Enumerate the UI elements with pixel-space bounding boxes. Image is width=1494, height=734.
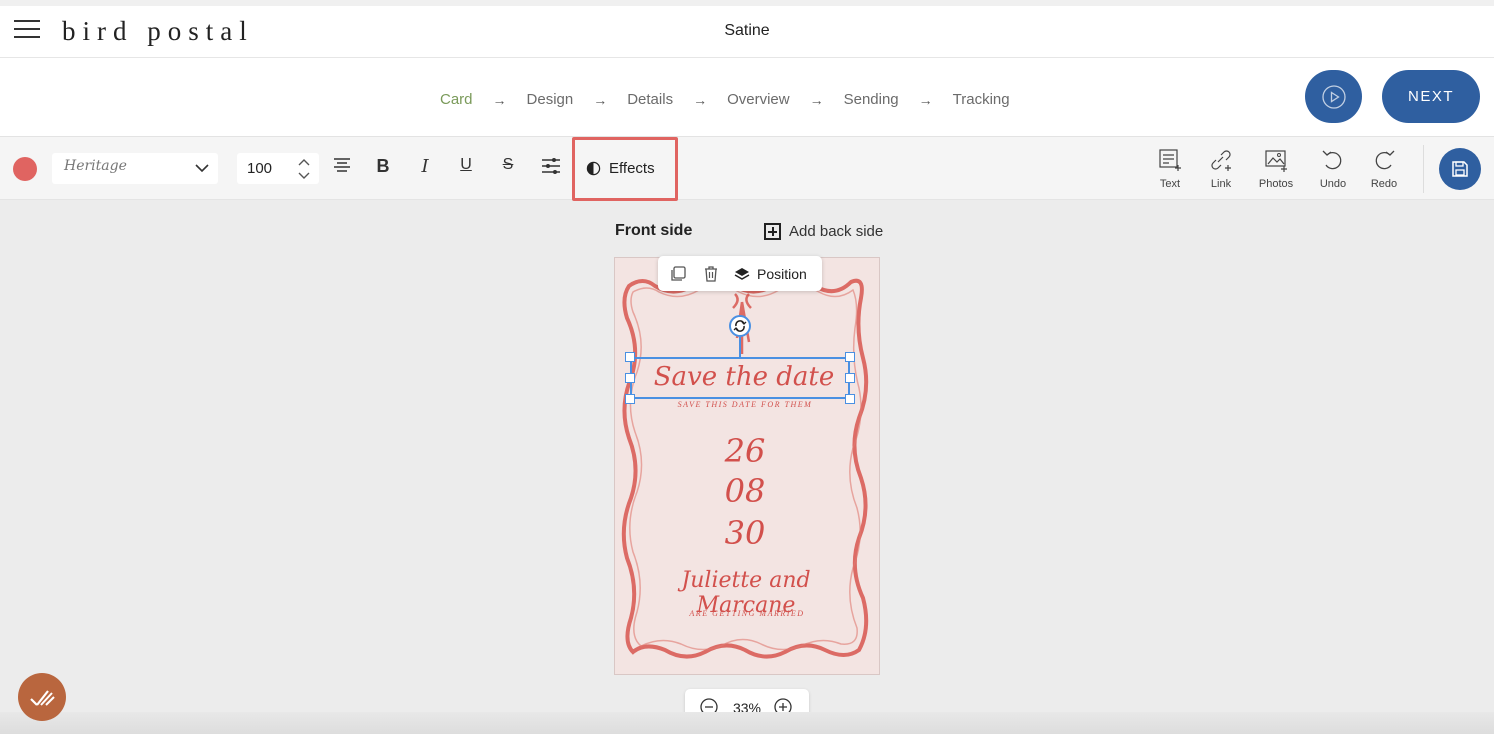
add-text-button[interactable]: Text [1145, 147, 1195, 190]
font-preview: Heritage [64, 158, 127, 174]
resize-handle-top-left[interactable] [625, 352, 635, 362]
steps-bar: Card → Design → Details → Overview → Sen… [0, 58, 1494, 137]
photos-label: Photos [1258, 178, 1294, 190]
front-side-label: Front side [615, 222, 693, 239]
effects-label: Effects [609, 160, 655, 177]
link-icon [1211, 150, 1231, 171]
spacing-adjust-icon[interactable] [539, 156, 563, 181]
rotate-handle-icon[interactable] [729, 315, 751, 337]
resize-handle-right[interactable] [845, 373, 855, 383]
format-toolbar: Heritage 100 B I U S Effects Text Link P… [0, 137, 1494, 201]
undo-icon [1322, 150, 1342, 170]
trash-icon[interactable] [701, 264, 721, 284]
contrast-icon [586, 161, 601, 176]
step-design[interactable]: Design [527, 91, 574, 108]
card-day-text[interactable]: 26 [690, 432, 800, 470]
bold-icon[interactable]: B [371, 156, 395, 177]
duplicate-icon[interactable] [668, 264, 688, 284]
position-label: Position [757, 265, 807, 282]
redo-icon [1375, 150, 1395, 170]
link-label: Link [1210, 178, 1232, 190]
app-root: bird postal Satine Card → Design → Detai… [0, 0, 1494, 734]
undo-label: Undo [1319, 178, 1347, 190]
resize-handle-bottom-right[interactable] [845, 394, 855, 404]
stepper-arrows-icon[interactable] [297, 156, 311, 182]
add-photos-button[interactable]: Photos [1251, 147, 1301, 190]
document-title: Satine [724, 22, 770, 39]
top-header: bird postal Satine [0, 0, 1494, 58]
arrow-right-icon: → [918, 91, 933, 108]
step-tracking[interactable]: Tracking [953, 91, 1010, 108]
card-subtitle-text[interactable]: SAVE THIS DATE FOR THEM [630, 400, 860, 409]
save-button[interactable] [1439, 148, 1481, 190]
arrow-right-icon: → [809, 91, 824, 108]
italic-icon[interactable]: I [413, 156, 437, 177]
text-color-swatch[interactable] [13, 157, 37, 181]
card-tagline-text[interactable]: ARE GETTING MARRIED [630, 609, 864, 618]
preview-play-button[interactable] [1305, 70, 1362, 123]
undo-button[interactable]: Undo [1308, 147, 1358, 190]
next-button[interactable]: NEXT [1382, 70, 1480, 123]
plus-square-icon [764, 223, 781, 240]
bottom-shade [0, 712, 1494, 734]
add-text-icon [1159, 149, 1181, 171]
align-center-icon[interactable] [330, 156, 354, 179]
element-context-menu: Position [658, 256, 822, 291]
arrow-right-icon: → [593, 91, 608, 108]
step-details[interactable]: Details [627, 91, 673, 108]
help-widget-button[interactable] [18, 673, 66, 721]
arrow-right-icon: → [693, 91, 708, 108]
redo-button[interactable]: Redo [1359, 147, 1409, 190]
save-icon [1452, 161, 1468, 177]
play-icon [1321, 84, 1346, 109]
resize-handle-left[interactable] [625, 373, 635, 383]
underline-icon[interactable]: U [454, 156, 478, 174]
effects-button[interactable]: Effects [586, 160, 655, 177]
step-breadcrumb: Card → Design → Details → Overview → Sen… [440, 91, 1010, 108]
resize-handle-top-right[interactable] [845, 352, 855, 362]
add-back-side-label: Add back side [789, 223, 884, 240]
step-sending[interactable]: Sending [844, 91, 899, 108]
add-back-side-button[interactable]: Add back side [764, 223, 883, 240]
step-card[interactable]: Card [440, 91, 473, 108]
add-link-button[interactable]: Link [1196, 147, 1246, 190]
toolbar-divider [1423, 145, 1424, 193]
font-family-select[interactable]: Heritage [52, 153, 218, 184]
font-size-value: 100 [247, 160, 273, 177]
add-photo-icon [1265, 150, 1287, 172]
text-label: Text [1159, 178, 1181, 190]
card-year-text[interactable]: 30 [690, 514, 800, 552]
position-button[interactable]: Position [734, 266, 807, 282]
redo-label: Redo [1370, 178, 1398, 190]
card-month-text[interactable]: 08 [690, 472, 800, 510]
step-overview[interactable]: Overview [727, 91, 790, 108]
chevron-down-icon [195, 164, 209, 173]
check-stripes-icon [30, 690, 55, 706]
font-size-input[interactable]: 100 [237, 153, 319, 184]
strikethrough-icon[interactable]: S [496, 156, 520, 174]
resize-handle-bottom-left[interactable] [625, 394, 635, 404]
selection-box[interactable] [630, 357, 850, 399]
arrow-right-icon: → [492, 91, 507, 108]
rotate-connector [739, 337, 741, 357]
layers-icon [734, 267, 750, 280]
